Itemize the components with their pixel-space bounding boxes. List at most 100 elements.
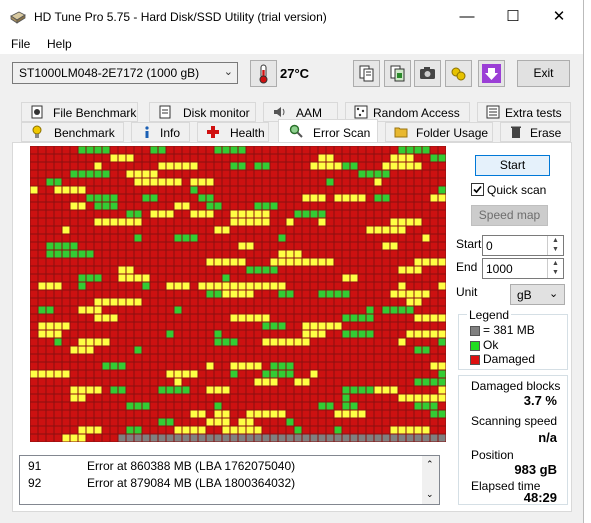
scan-block bbox=[150, 274, 158, 282]
scroll-up-icon[interactable]: ⌃ bbox=[426, 459, 434, 470]
scan-block bbox=[78, 250, 86, 258]
scan-block bbox=[254, 226, 262, 234]
scan-block bbox=[150, 234, 158, 242]
log-scrollbar[interactable]: ⌃ ⌄ bbox=[422, 456, 439, 504]
scan-block bbox=[294, 386, 302, 394]
minimize-button[interactable]: — bbox=[444, 0, 490, 34]
scan-block bbox=[430, 402, 438, 410]
start-scan-button[interactable]: Start bbox=[475, 155, 550, 176]
temperature-button[interactable] bbox=[250, 60, 277, 87]
scan-block bbox=[158, 146, 166, 154]
scan-block bbox=[286, 370, 294, 378]
tab-folder-usage[interactable]: Folder Usage bbox=[385, 122, 493, 142]
scan-block bbox=[150, 434, 158, 442]
scan-block bbox=[254, 314, 262, 322]
options-button[interactable] bbox=[445, 60, 472, 87]
scan-block bbox=[134, 162, 142, 170]
scan-block bbox=[382, 274, 390, 282]
scan-block bbox=[86, 170, 94, 178]
scan-block bbox=[382, 186, 390, 194]
exit-button[interactable]: Exit bbox=[517, 60, 570, 87]
scan-block bbox=[182, 418, 190, 426]
scan-block bbox=[166, 394, 174, 402]
scan-block bbox=[30, 266, 38, 274]
scan-block bbox=[126, 434, 134, 442]
scan-block bbox=[414, 218, 422, 226]
scan-block bbox=[414, 306, 422, 314]
screenshot-button[interactable] bbox=[414, 60, 441, 87]
scan-block bbox=[158, 330, 166, 338]
scan-block bbox=[70, 426, 78, 434]
tab-disk-monitor[interactable]: Disk monitor bbox=[149, 102, 256, 122]
scan-block bbox=[286, 162, 294, 170]
scan-block bbox=[326, 362, 334, 370]
scan-block bbox=[294, 170, 302, 178]
scan-block bbox=[214, 322, 222, 330]
scan-block bbox=[350, 298, 358, 306]
scan-block bbox=[318, 170, 326, 178]
scan-block bbox=[438, 306, 446, 314]
tab-erase[interactable]: Erase bbox=[500, 122, 571, 142]
scan-block bbox=[78, 282, 86, 290]
scan-block bbox=[366, 242, 374, 250]
scan-block bbox=[350, 306, 358, 314]
error-scan-panel: 91 Error at 860388 MB (LBA 1762075040) 9… bbox=[12, 142, 572, 512]
scan-block bbox=[270, 338, 278, 346]
scan-block bbox=[358, 258, 366, 266]
scan-block bbox=[286, 258, 294, 266]
unit-select[interactable]: gB ⌄ bbox=[510, 284, 565, 305]
tab-benchmark[interactable]: Benchmark bbox=[21, 122, 124, 142]
menu-file[interactable]: File bbox=[11, 37, 30, 51]
scan-block bbox=[238, 314, 246, 322]
scan-block bbox=[254, 258, 262, 266]
scan-block bbox=[414, 290, 422, 298]
end-spinner[interactable]: ▲ ▼ bbox=[547, 259, 563, 278]
menu-help[interactable]: Help bbox=[47, 37, 72, 51]
scan-block bbox=[286, 154, 294, 162]
scroll-down-icon[interactable]: ⌄ bbox=[426, 489, 434, 500]
save-button[interactable] bbox=[478, 60, 505, 87]
scan-block bbox=[238, 370, 246, 378]
scan-block bbox=[366, 386, 374, 394]
scan-block bbox=[222, 370, 230, 378]
scan-block bbox=[406, 322, 414, 330]
quick-scan-checkbox[interactable] bbox=[471, 183, 484, 196]
start-spinner[interactable]: ▲ ▼ bbox=[547, 236, 563, 255]
scan-block bbox=[182, 434, 190, 442]
scan-block bbox=[198, 434, 206, 442]
scan-block bbox=[270, 154, 278, 162]
end-field[interactable]: 1000 ▲ ▼ bbox=[482, 258, 564, 279]
scan-block bbox=[206, 282, 214, 290]
close-button[interactable]: ✕ bbox=[536, 0, 582, 34]
scan-block bbox=[406, 162, 414, 170]
drive-select[interactable]: ST1000LM048-2E7172 (1000 gB) ⌄ bbox=[12, 62, 238, 84]
tab-file-benchmark[interactable]: File Benchmark bbox=[21, 102, 138, 122]
tab-error-scan[interactable]: Error Scan bbox=[278, 119, 378, 143]
tab-extra-tests[interactable]: Extra tests bbox=[477, 102, 571, 122]
speed-map-button[interactable]: Speed map bbox=[471, 205, 548, 226]
scan-block bbox=[198, 178, 206, 186]
tab-info[interactable]: Info bbox=[131, 122, 190, 142]
error-log[interactable]: 91 Error at 860388 MB (LBA 1762075040) 9… bbox=[19, 455, 440, 505]
scan-block bbox=[246, 426, 254, 434]
scan-block bbox=[118, 298, 126, 306]
scan-block bbox=[406, 282, 414, 290]
scan-block bbox=[70, 178, 78, 186]
tab-health[interactable]: Health bbox=[197, 122, 269, 142]
scan-block bbox=[334, 178, 342, 186]
maximize-button[interactable]: ☐ bbox=[490, 0, 536, 34]
scan-block bbox=[374, 186, 382, 194]
scan-block bbox=[302, 266, 310, 274]
scan-block bbox=[94, 274, 102, 282]
copy-image-button[interactable] bbox=[384, 60, 411, 87]
scan-block bbox=[438, 402, 446, 410]
start-field[interactable]: 0 ▲ ▼ bbox=[482, 235, 564, 256]
scan-block bbox=[158, 194, 166, 202]
scan-block bbox=[318, 394, 326, 402]
copy-text-button[interactable] bbox=[353, 60, 380, 87]
scan-block bbox=[222, 178, 230, 186]
scan-block bbox=[382, 346, 390, 354]
scan-block bbox=[134, 298, 142, 306]
scan-block bbox=[190, 154, 198, 162]
scan-block bbox=[94, 234, 102, 242]
